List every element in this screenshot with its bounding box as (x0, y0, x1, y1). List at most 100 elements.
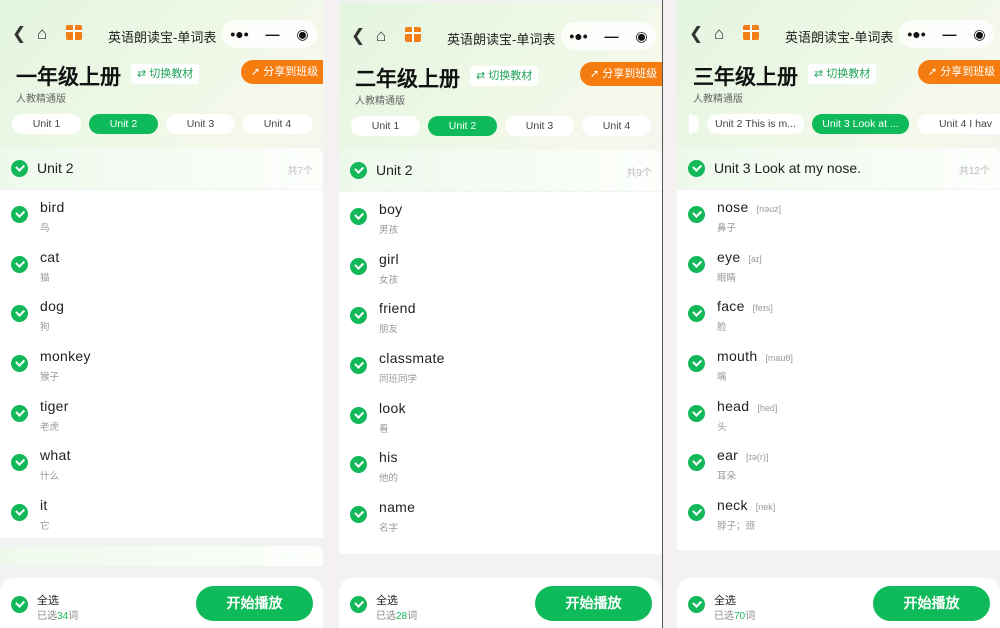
word-list-item[interactable]: bird 鸟 (0, 190, 323, 240)
word-list-item[interactable]: name 名字 (339, 490, 662, 540)
switch-textbook-button[interactable]: ⇄ 切换教材 (808, 64, 877, 84)
switch-textbook-button[interactable]: ⇄ 切换教材 (131, 64, 200, 84)
tab-unit[interactable]: Unit 2 (428, 116, 497, 136)
swap-icon: ⇄ (476, 70, 489, 82)
minimize-icon[interactable]: — (605, 28, 619, 44)
word-list-item[interactable]: neck [nek] 脖子；颈 (677, 488, 1000, 538)
tab-unit[interactable]: Unit 4 (243, 114, 312, 134)
more-icon[interactable]: •●• (569, 28, 587, 44)
checkbox-checked-icon[interactable] (688, 404, 705, 422)
checkbox-checked-icon[interactable] (350, 456, 367, 474)
word-list-item[interactable]: dog 狗 (0, 289, 323, 339)
home-icon[interactable]: ⌂ (37, 24, 47, 44)
checkbox-checked-icon[interactable] (11, 255, 28, 273)
word-list-item[interactable]: boy 男孩 (339, 192, 662, 242)
word-list-item[interactable]: what 什么 (0, 438, 323, 488)
word-list-item[interactable]: cat 猫 (0, 240, 323, 290)
word-list-item[interactable]: face [feɪs] 脸 (677, 289, 1000, 339)
checkbox-checked-icon[interactable] (350, 506, 367, 524)
back-icon[interactable]: ❮ (689, 24, 703, 44)
select-all-label[interactable]: 全选 (714, 592, 736, 608)
close-target-icon[interactable]: ◉ (296, 26, 308, 43)
select-all-checkbox-icon[interactable] (11, 596, 28, 613)
word-list-item[interactable]: classmate 同班同学 (339, 341, 662, 391)
checkbox-checked-icon[interactable] (11, 504, 28, 522)
start-play-button[interactable]: 开始播放 (535, 586, 652, 621)
minimize-icon[interactable]: — (943, 26, 957, 42)
word-list-item[interactable]: mouth [mauθ] 嘴 (677, 339, 1000, 389)
word-list-item[interactable]: his 他的 (339, 440, 662, 490)
close-target-icon[interactable]: ◉ (973, 26, 985, 43)
checkbox-checked-icon[interactable] (688, 305, 705, 323)
checkbox-checked-icon[interactable] (350, 162, 367, 179)
word-list-item[interactable]: it 它 (0, 488, 323, 538)
more-icon[interactable]: •●• (907, 26, 925, 42)
checkbox-checked-icon[interactable] (350, 357, 367, 375)
start-play-button[interactable]: 开始播放 (196, 586, 313, 621)
checkbox-checked-icon[interactable] (350, 406, 367, 424)
switch-textbook-button[interactable]: ⇄ 切换教材 (470, 66, 539, 86)
checkbox-checked-icon[interactable] (11, 160, 28, 177)
share-to-class-button[interactable]: ➚ 分享到班级 (918, 60, 1000, 84)
checkbox-checked-icon[interactable] (350, 257, 367, 275)
share-to-class-button[interactable]: ➚ 分享到班级 (580, 62, 662, 86)
gift-icon[interactable] (405, 27, 421, 42)
back-icon[interactable]: ❮ (351, 26, 365, 46)
checkbox-checked-icon[interactable] (11, 355, 28, 373)
checkbox-checked-icon[interactable] (11, 305, 28, 323)
tab-unit[interactable]: Unit 3 (166, 114, 235, 134)
select-all-checkbox-icon[interactable] (350, 596, 367, 613)
word-meaning: 名字 (379, 523, 399, 535)
tab-unit[interactable]: Unit 4 (582, 116, 651, 136)
tab-unit[interactable]: Unit 3 (505, 116, 574, 136)
checkbox-checked-icon[interactable] (11, 206, 28, 223)
checkbox-checked-icon[interactable] (11, 454, 28, 472)
word-text: bird (40, 199, 65, 215)
tab-unit[interactable]: . (689, 114, 699, 134)
minimize-icon[interactable]: — (266, 26, 280, 42)
share-to-class-button[interactable]: ➚ 分享到班级 (241, 60, 323, 84)
tab-unit[interactable]: Unit 3 Look at ... (812, 114, 909, 134)
unit-header[interactable]: Unit 2 共7个 (0, 148, 323, 190)
home-icon[interactable]: ⌂ (714, 24, 724, 44)
checkbox-checked-icon[interactable] (688, 206, 705, 223)
unit-header[interactable]: Unit 3 Look at my nose. 共12个 (677, 148, 1000, 190)
gift-icon[interactable] (66, 25, 82, 40)
select-all-checkbox-icon[interactable] (688, 596, 705, 613)
word-list-item[interactable]: girl 女孩 (339, 242, 662, 292)
word-list-item[interactable]: eye [aɪ] 眼睛 (677, 240, 1000, 290)
start-play-button[interactable]: 开始播放 (873, 586, 990, 621)
tab-unit[interactable]: Unit 1 (12, 114, 81, 134)
checkbox-checked-icon[interactable] (688, 355, 705, 373)
word-list-item[interactable]: monkey 猴子 (0, 339, 323, 389)
word-list-item[interactable]: head [hed] 头 (677, 389, 1000, 439)
word-list-item[interactable]: nose [nəuz] 鼻子 (677, 190, 1000, 240)
word-list-item[interactable]: look 看 (339, 391, 662, 441)
checkbox-checked-icon[interactable] (688, 160, 705, 177)
checkbox-checked-icon[interactable] (688, 504, 705, 522)
checkbox-checked-icon[interactable] (11, 404, 28, 422)
unit-header[interactable]: Unit 2 共9个 (339, 150, 662, 192)
tab-unit[interactable]: Unit 2 This is m... (707, 114, 804, 134)
word-list-item[interactable]: friend 朋友 (339, 291, 662, 341)
tab-unit[interactable]: Unit 2 (89, 114, 158, 134)
more-icon[interactable]: •●• (230, 26, 248, 42)
checkbox-checked-icon[interactable] (688, 454, 705, 472)
tab-unit[interactable]: Unit 4 I hav (917, 114, 1000, 134)
close-target-icon[interactable]: ◉ (635, 28, 647, 45)
word-text: name (379, 499, 416, 516)
home-icon[interactable]: ⌂ (376, 26, 386, 46)
gift-icon[interactable] (743, 25, 759, 40)
back-icon[interactable]: ❮ (12, 24, 26, 44)
tab-unit[interactable]: Unit 1 (351, 116, 420, 136)
word-list-item[interactable]: tiger 老虎 (0, 389, 323, 439)
checkbox-checked-icon[interactable] (688, 255, 705, 273)
word-list-item[interactable]: ear [ɪə(r)] 耳朵 (677, 438, 1000, 488)
checkbox-checked-icon[interactable] (350, 208, 367, 225)
word-meaning: 脖子；颈 (717, 521, 756, 533)
select-all-label[interactable]: 全选 (376, 592, 398, 608)
checkbox-checked-icon[interactable] (350, 307, 367, 325)
select-all-label[interactable]: 全选 (37, 592, 59, 608)
bottom-action-bar: 全选 已选28词 开始播放 (339, 578, 662, 628)
unit-tabs: . Unit 2 This is m... Unit 3 Look at ... Un… (689, 114, 1000, 134)
